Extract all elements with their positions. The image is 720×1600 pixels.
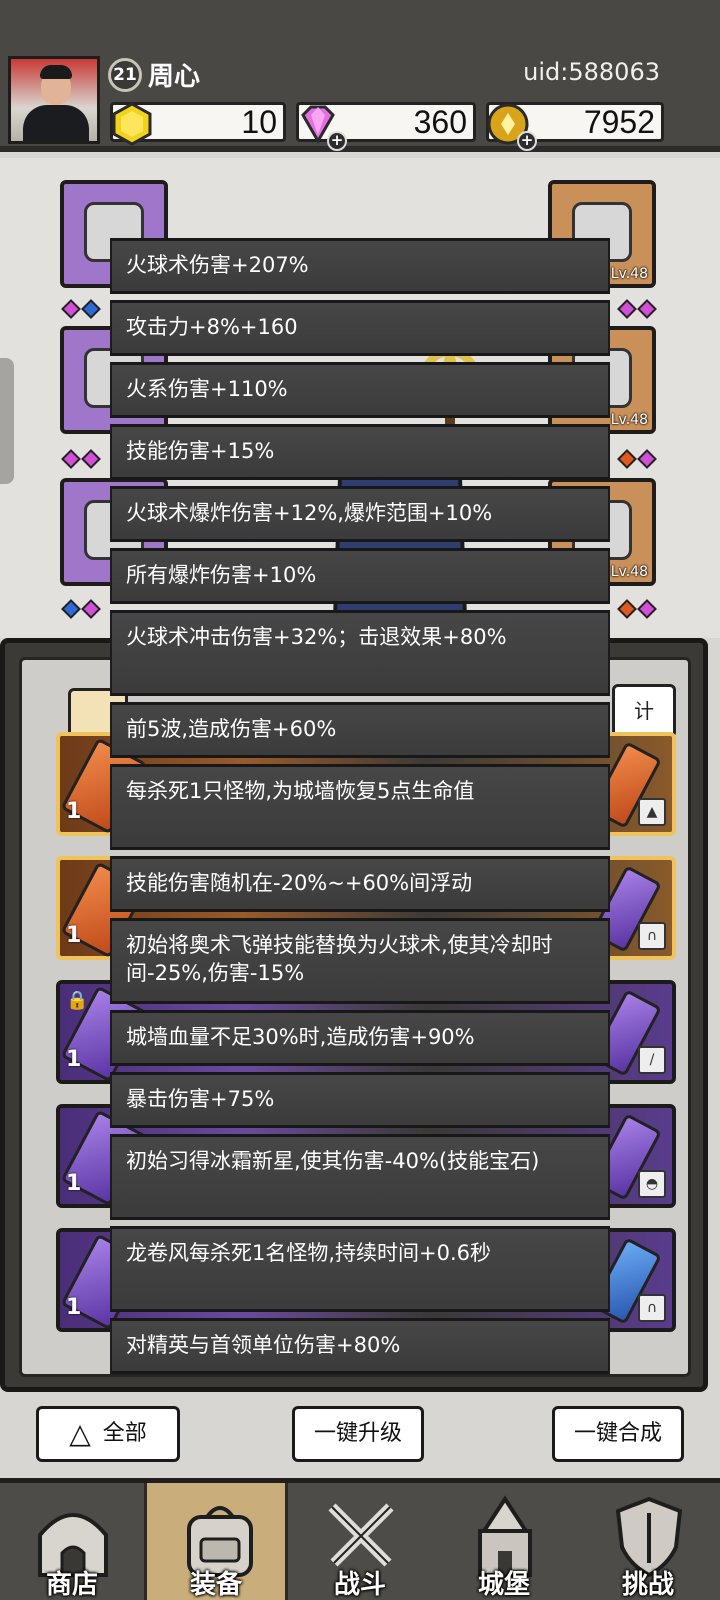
nav-challenge[interactable]: 挑战 (576, 1483, 720, 1600)
attribute-line: 初始习得冰霜新星,使其伤害-40%(技能宝石) (110, 1134, 610, 1220)
weapon-gem-sockets (617, 299, 657, 319)
armor-badge-icon: ∩ (638, 922, 666, 950)
nav-castle[interactable]: 城堡 (432, 1483, 576, 1600)
player-avatar[interactable] (8, 56, 100, 144)
filter-triangle-icon: △ (69, 1417, 91, 1450)
necklace-gem-sockets (617, 599, 657, 619)
upgrade-all-button[interactable]: 一键升级 (292, 1406, 424, 1462)
add-coin-icon[interactable]: + (517, 131, 537, 151)
diamond-amount: 360 (413, 104, 467, 140)
gem-count: 1 (66, 1047, 82, 1072)
attribute-line: 技能伤害随机在-20%~+60%间浮动 (110, 856, 610, 912)
nav-equipment-label: 装备 (189, 1570, 242, 1600)
armor-badge-icon: ∩ (638, 1294, 666, 1322)
nav-shop-label: 商店 (45, 1570, 98, 1600)
attribute-line: 龙卷风每杀死1名怪物,持续时间+0.6秒 (110, 1226, 610, 1312)
necklace-level: Lv.48 (610, 564, 648, 580)
gem-count: 1 (66, 799, 82, 824)
ring-gem-sockets (617, 449, 657, 469)
attribute-tooltip[interactable]: 火球术伤害+207% 攻击力+8%+160 火系伤害+110% 技能伤害+15%… (110, 238, 610, 1382)
attribute-line: 火球术伤害+207% (110, 238, 610, 294)
attribute-line: 火球术冲击伤害+32%；击退效果+80% (110, 610, 610, 696)
boots-gem-sockets (61, 599, 101, 619)
nav-castle-label: 城堡 (477, 1570, 530, 1600)
gem-count: 1 (66, 1295, 82, 1320)
bottom-navigation: 商店 装备 战斗 城堡 挑战 (0, 1478, 720, 1600)
filter-all-label: 全部 (102, 1421, 147, 1446)
attribute-line: 对精英与首领单位伤害+80% (110, 1318, 610, 1374)
helmet-badge-icon: ◓ (638, 1170, 666, 1198)
stats-tab[interactable]: 计 (612, 684, 676, 738)
attribute-line: 前5波,造成伤害+60% (110, 702, 610, 758)
diamond-counter: + 360 (296, 102, 476, 151)
coin-counter: + 7952 (486, 102, 664, 151)
nav-challenge-label: 挑战 (621, 1570, 674, 1600)
ring-level: Lv.48 (610, 412, 648, 428)
sword-badge-icon: / (638, 1046, 666, 1074)
top-header: 21 周心 uid:588063 10 + 360 + 7952 (0, 0, 720, 152)
attribute-line: 城墙血量不足30%时,造成伤害+90% (110, 1010, 610, 1066)
attribute-line: 技能伤害+15% (110, 424, 610, 480)
player-level-badge: 21 (108, 58, 142, 92)
nav-battle[interactable]: 战斗 (288, 1483, 432, 1600)
player-name: 周心 (148, 62, 201, 92)
attribute-line: 所有爆炸伤害+10% (110, 548, 610, 604)
gold-gem-counter: 10 (110, 102, 286, 146)
gem-count: 1 (66, 1171, 82, 1196)
attribute-line: 攻击力+8%+160 (110, 300, 610, 356)
side-scroll-handle[interactable] (0, 358, 14, 484)
attribute-line: 每杀死1只怪物,为城墙恢复5点生命值 (110, 764, 610, 850)
gem-count: 1 (66, 923, 82, 948)
merge-all-button[interactable]: 一键合成 (552, 1406, 684, 1462)
player-uid: uid:588063 (523, 58, 660, 86)
attribute-line: 火球术爆炸伤害+12%,爆炸范围+10% (110, 486, 610, 542)
helmet-gem-sockets (61, 299, 101, 319)
attribute-line: 火系伤害+110% (110, 362, 610, 418)
weapon-level: Lv.48 (610, 266, 648, 282)
filter-all-button[interactable]: △ 全部 (36, 1406, 180, 1462)
gold-gem-icon (112, 102, 152, 146)
attribute-line: 初始将奥术飞弹技能替换为火球术,使其冷却时间-25%,伤害-15% (110, 918, 610, 1004)
nav-shop[interactable]: 商店 (0, 1483, 144, 1600)
boot-badge-icon: ▲ (638, 798, 666, 826)
attribute-line: 暴击伤害+75% (110, 1072, 610, 1128)
gold-gem-amount: 10 (241, 104, 277, 140)
add-diamond-icon[interactable]: + (327, 131, 347, 151)
nav-equipment[interactable]: 装备 (144, 1483, 288, 1600)
coin-amount: 7952 (583, 104, 655, 140)
nav-battle-label: 战斗 (333, 1570, 386, 1600)
armor-gem-sockets (61, 449, 101, 469)
